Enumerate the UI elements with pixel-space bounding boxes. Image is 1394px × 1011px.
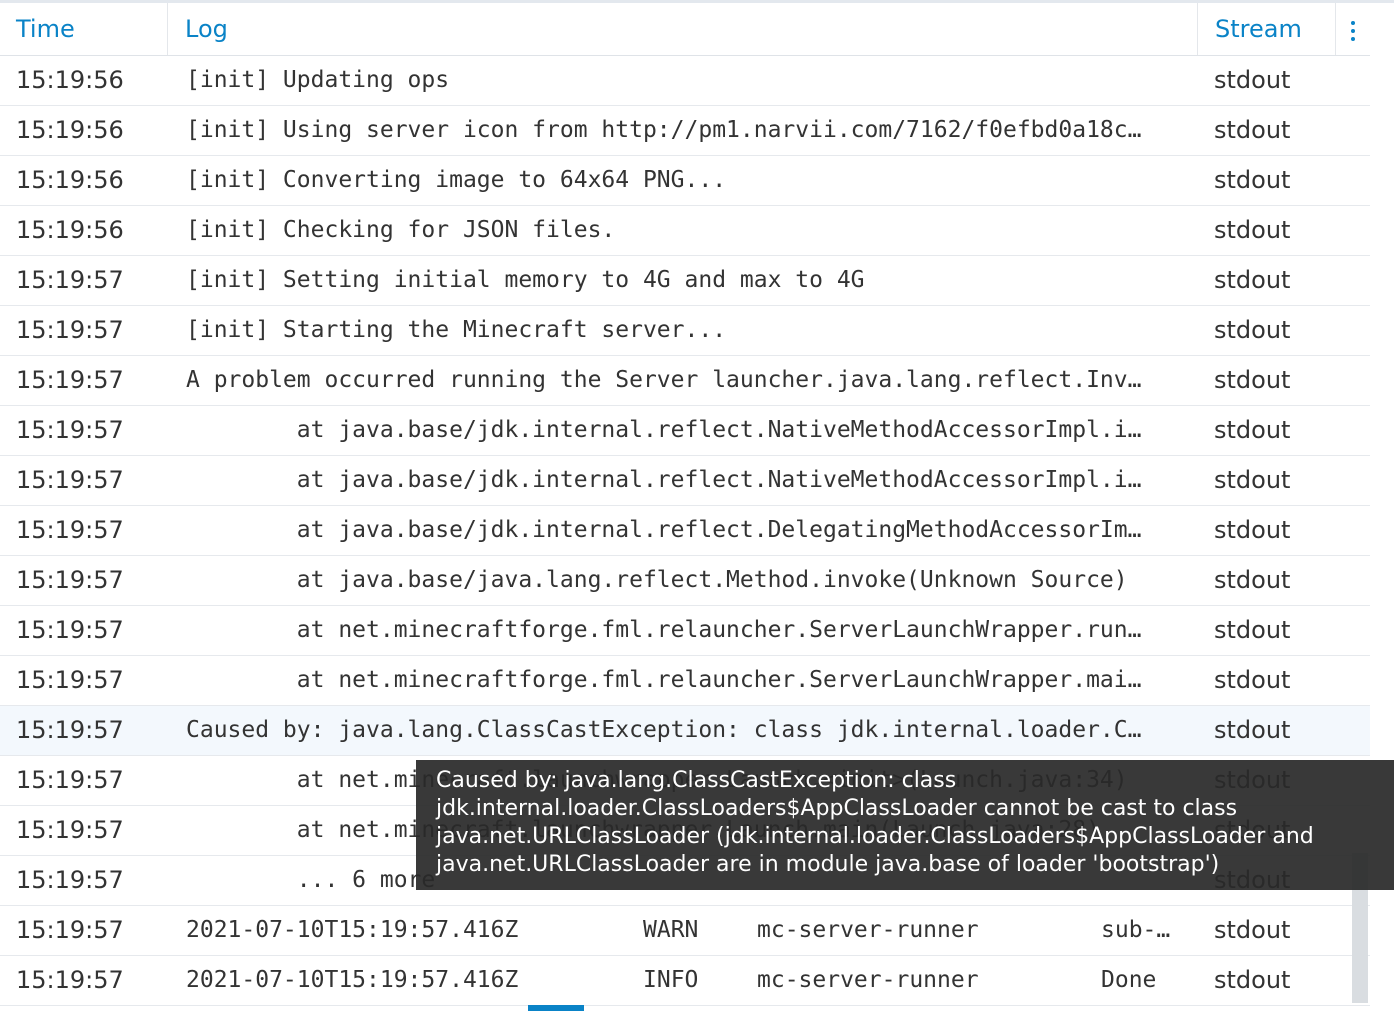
- row-stream: stdout: [1214, 116, 1291, 144]
- row-log: at java.base/jdk.internal.reflect.Native…: [186, 417, 1142, 443]
- row-log-level: WARN: [643, 917, 699, 943]
- row-stream: stdout: [1214, 466, 1291, 494]
- row-stream: stdout: [1214, 666, 1291, 694]
- row-time: 15:19:57: [16, 516, 124, 544]
- kebab-menu-icon: [1351, 21, 1355, 41]
- row-stream: stdout: [1214, 966, 1291, 994]
- table-row[interactable]: 15:19:56 [init] Converting image to 64x64…: [0, 156, 1370, 206]
- row-log: at net.minecraftforge.fml.relauncher.Ser…: [186, 667, 1142, 693]
- row-time: 15:19:56: [16, 116, 124, 144]
- row-log: at java.base/jdk.internal.reflect.Delega…: [186, 517, 1142, 543]
- table-row[interactable]: 15:19:57 at java.base/jdk.internal.refle…: [0, 406, 1370, 456]
- row-time: 15:19:57: [16, 866, 124, 894]
- table-row[interactable]: 15:19:57 at net.minecraftforge.fml.relau…: [0, 656, 1370, 706]
- table-row[interactable]: 15:19:57 2021-07-10T15:19:57.416Z WARN m…: [0, 906, 1370, 956]
- row-stream: stdout: [1214, 416, 1291, 444]
- row-log-level: INFO: [643, 967, 699, 993]
- row-stream: stdout: [1214, 166, 1291, 194]
- row-log: [init] Checking for JSON files.: [186, 217, 616, 243]
- row-time: 15:19:57: [16, 766, 124, 794]
- horizontal-scroll-indicator[interactable]: [528, 1005, 584, 1011]
- row-time: 15:19:57: [16, 666, 124, 694]
- table-row[interactable]: 15:19:57 at java.base/jdk.internal.refle…: [0, 456, 1370, 506]
- row-time: 15:19:56: [16, 166, 124, 194]
- row-time: 15:19:57: [16, 816, 124, 844]
- table-row[interactable]: 15:19:56 [init] Updating ops stdout: [0, 56, 1370, 106]
- row-log: [init] Setting initial memory to 4G and …: [186, 267, 865, 293]
- row-time: 15:19:57: [16, 316, 124, 344]
- table-row[interactable]: 15:19:57 [init] Setting initial memory to…: [0, 256, 1370, 306]
- row-time: 15:19:57: [16, 416, 124, 444]
- row-time: 15:19:57: [16, 716, 124, 744]
- row-time: 15:19:57: [16, 366, 124, 394]
- table-row-hovered[interactable]: 15:19:57 Caused by: java.lang.ClassCastEx…: [0, 706, 1370, 756]
- row-stream: stdout: [1214, 616, 1291, 644]
- log-tooltip: Caused by: java.lang.ClassCastException:…: [416, 760, 1394, 890]
- table-row[interactable]: 15:19:57 at java.base/jdk.internal.refle…: [0, 506, 1370, 556]
- row-log: A problem occurred running the Server la…: [186, 367, 1142, 393]
- row-stream: stdout: [1214, 516, 1291, 544]
- row-stream: stdout: [1214, 566, 1291, 594]
- row-time: 15:19:56: [16, 216, 124, 244]
- row-log-timestamp: 2021-07-10T15:19:57.416Z: [186, 917, 519, 943]
- row-log: Caused by: java.lang.ClassCastException:…: [186, 717, 1142, 743]
- row-log: [init] Starting the Minecraft server...: [186, 317, 727, 343]
- row-log-message: sub-…: [1101, 917, 1171, 943]
- row-log: [init] Using server icon from http://pm1…: [186, 117, 1142, 143]
- row-time: 15:19:57: [16, 916, 124, 944]
- row-log: at java.base/jdk.internal.reflect.Native…: [186, 467, 1142, 493]
- row-log-source: mc-server-runner: [757, 967, 979, 993]
- row-time: 15:19:56: [16, 66, 124, 94]
- row-stream: stdout: [1214, 216, 1291, 244]
- row-stream: stdout: [1214, 266, 1291, 294]
- row-stream: stdout: [1214, 716, 1291, 744]
- row-log-timestamp: 2021-07-10T15:19:57.416Z: [186, 967, 519, 993]
- row-time: 15:19:57: [16, 266, 124, 294]
- row-stream: stdout: [1214, 916, 1291, 944]
- table-row[interactable]: 15:19:57 A problem occurred running the S…: [0, 356, 1370, 406]
- row-log-source: mc-server-runner: [757, 917, 979, 943]
- table-row[interactable]: 15:19:57 at net.minecraftforge.fml.relau…: [0, 606, 1370, 656]
- row-log: [init] Updating ops: [186, 67, 450, 93]
- row-time: 15:19:57: [16, 466, 124, 494]
- row-log: at java.base/java.lang.reflect.Method.in…: [186, 567, 1128, 593]
- table-row[interactable]: 15:19:57 2021-07-10T15:19:57.416Z INFO m…: [0, 956, 1370, 1006]
- table-row[interactable]: 15:19:56 [init] Using server icon from ht…: [0, 106, 1370, 156]
- table-header: Time Log Stream: [0, 3, 1370, 56]
- row-stream: stdout: [1214, 66, 1291, 94]
- row-stream: stdout: [1214, 316, 1291, 344]
- table-row[interactable]: 15:19:57 [init] Starting the Minecraft se…: [0, 306, 1370, 356]
- column-header-time[interactable]: Time: [0, 3, 168, 55]
- table-row[interactable]: 15:19:56 [init] Checking for JSON files. s…: [0, 206, 1370, 256]
- row-time: 15:19:57: [16, 616, 124, 644]
- column-header-log[interactable]: Log: [168, 3, 1198, 55]
- row-log: [init] Converting image to 64x64 PNG...: [186, 167, 727, 193]
- column-header-stream[interactable]: Stream: [1198, 3, 1336, 55]
- row-stream: stdout: [1214, 366, 1291, 394]
- row-time: 15:19:57: [16, 566, 124, 594]
- row-log-message: Done: [1101, 967, 1157, 993]
- table-row[interactable]: 15:19:57 at java.base/java.lang.reflect.…: [0, 556, 1370, 606]
- row-time: 15:19:57: [16, 966, 124, 994]
- row-log: at net.minecraftforge.fml.relauncher.Ser…: [186, 617, 1142, 643]
- column-menu-button[interactable]: [1336, 3, 1370, 55]
